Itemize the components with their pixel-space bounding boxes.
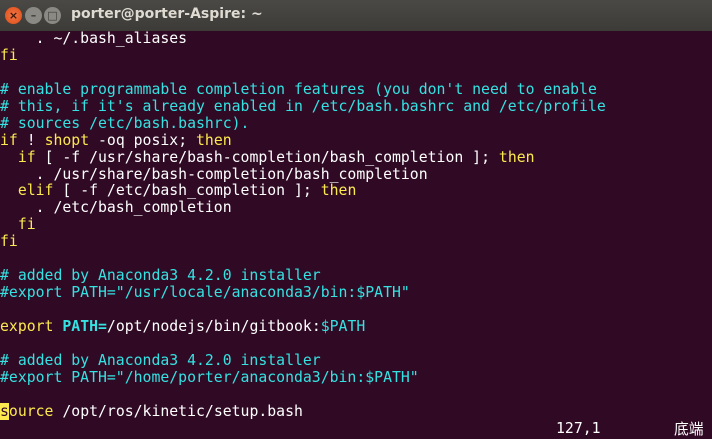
code-token: if bbox=[0, 131, 18, 149]
title-bar: × – □ porter@porter-Aspire: ~ bbox=[0, 0, 712, 31]
code-line: # added by Anaconda3 4.2.0 installer bbox=[0, 267, 712, 285]
code-line: fi bbox=[0, 216, 712, 234]
code-line: . /etc/bash_completion bbox=[0, 199, 712, 217]
code-token: . /etc/bash_completion bbox=[0, 199, 232, 217]
code-token: # added by Anaconda3 4.2.0 installer bbox=[0, 351, 321, 369]
code-line: . /usr/share/bash-completion/bash_comple… bbox=[0, 165, 712, 184]
code-token: . ~/.bash_aliases bbox=[0, 30, 188, 47]
close-icon: × bbox=[8, 9, 19, 22]
text-cursor: s bbox=[0, 402, 9, 420]
code-line: elif [ -f /etc/bash_completion ]; then bbox=[0, 182, 712, 200]
code-token: # added by Anaconda3 4.2.0 installer bbox=[0, 267, 321, 285]
code-token: # sources /etc/bash.bashrc). bbox=[0, 114, 250, 132]
code-token: then bbox=[498, 148, 535, 166]
code-token: # enable programmable completion feature… bbox=[0, 80, 597, 98]
code-token: #export PATH="/usr/locale/anaconda3/bin:… bbox=[0, 284, 410, 302]
code-token: #export PATH="/home/porter/anaconda3/bin… bbox=[0, 368, 419, 386]
code-token: [ -f /usr/share/bash-completion/bash_com… bbox=[35, 148, 499, 166]
code-line: if ! shopt -oq posix; then bbox=[0, 131, 712, 150]
minimize-icon: – bbox=[30, 9, 37, 22]
code-token: export bbox=[0, 317, 54, 335]
code-token: fi bbox=[0, 46, 18, 64]
code-token: elif bbox=[17, 182, 54, 200]
code-token: . /usr/share/bash-completion/bash_comple… bbox=[0, 165, 428, 183]
code-line: source /opt/ros/kinetic/setup.bash bbox=[0, 402, 712, 421]
code-token: /opt/ros/kinetic/setup.bash bbox=[53, 402, 303, 420]
code-token: ource bbox=[8, 402, 54, 420]
code-token: then bbox=[196, 131, 232, 149]
window-title: porter@porter-Aspire: ~ bbox=[71, 6, 263, 22]
code-token: ! bbox=[17, 131, 45, 149]
code-line: #export PATH="/usr/locale/anaconda3/bin:… bbox=[0, 284, 712, 302]
code-token: [ -f /etc/bash_completion ]; bbox=[53, 182, 321, 200]
code-line: # enable programmable completion feature… bbox=[0, 80, 712, 99]
code-line: # sources /etc/bash.bashrc). bbox=[0, 114, 712, 133]
code-line: # added by Anaconda3 4.2.0 installer bbox=[0, 351, 712, 370]
code-token: $PATH bbox=[320, 317, 366, 335]
minimize-button[interactable]: – bbox=[25, 7, 42, 24]
maximize-icon: □ bbox=[47, 9, 58, 22]
code-token: fi bbox=[0, 233, 18, 251]
code-token: -oq posix; bbox=[89, 131, 197, 149]
code-token: if bbox=[17, 148, 36, 166]
code-token: /opt/nodejs/bin/gitbook: bbox=[106, 317, 321, 335]
code-token: shopt bbox=[44, 131, 90, 149]
close-button[interactable]: × bbox=[5, 7, 22, 24]
code-line: #export PATH="/home/porter/anaconda3/bin… bbox=[0, 368, 712, 387]
code-line: fi bbox=[0, 46, 712, 65]
code-line: fi bbox=[0, 233, 712, 251]
code-token: # this, if it's already enabled in /etc/… bbox=[0, 97, 606, 115]
code-token: then bbox=[320, 182, 357, 200]
cursor-position: 127,1 bbox=[556, 420, 601, 437]
code-line: export PATH=/opt/nodejs/bin/gitbook:$PAT… bbox=[0, 317, 712, 336]
code-token: fi bbox=[17, 216, 36, 234]
maximize-button[interactable]: □ bbox=[44, 7, 61, 24]
code-line: . ~/.bash_aliases bbox=[0, 30, 712, 48]
code-line: if [ -f /usr/share/bash-completion/bash_… bbox=[0, 148, 712, 167]
terminal-content[interactable]: . ~/.bash_aliases fi # enable programmable… bbox=[0, 30, 712, 421]
code-token: PATH= bbox=[62, 317, 107, 335]
code-line: # this, if it's already enabled in /etc/… bbox=[0, 97, 712, 116]
